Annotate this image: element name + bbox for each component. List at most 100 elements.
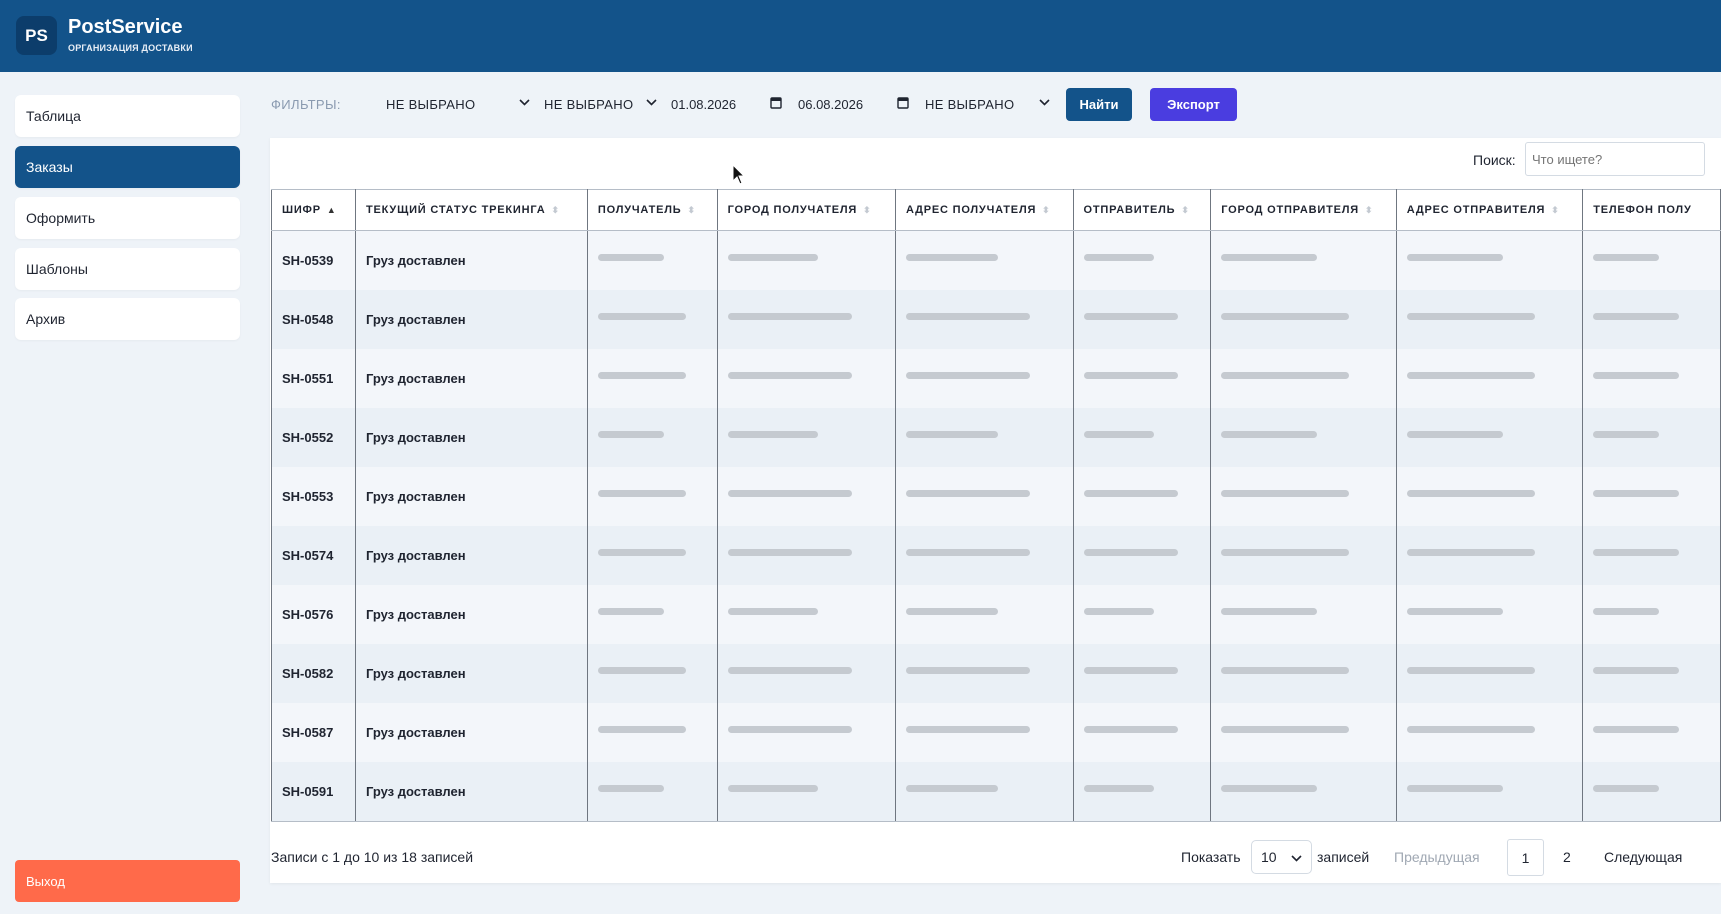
cell-placeholder (1210, 230, 1397, 290)
previous-page-button[interactable]: Предыдущая (1394, 849, 1480, 865)
calendar-icon[interactable] (897, 96, 909, 109)
logout-button[interactable]: Выход (15, 860, 240, 902)
loading-placeholder-bar (727, 313, 852, 320)
cell-placeholder (1396, 467, 1584, 526)
next-page-button[interactable]: Следующая (1604, 849, 1682, 865)
find-button[interactable]: Найти (1066, 88, 1132, 121)
cell-placeholder (1210, 349, 1397, 408)
cell-code: SH-0582 (271, 644, 356, 703)
cell-status: Груз доставлен (355, 408, 588, 467)
filter-select-3[interactable]: НЕ ВЫБРАНО (925, 92, 1055, 116)
loading-placeholder-bar (597, 785, 664, 792)
loading-placeholder-bar (597, 313, 686, 320)
loading-placeholder-bar (727, 667, 852, 674)
cell-placeholder (895, 762, 1074, 822)
cell-code: SH-0591 (271, 762, 356, 822)
loading-placeholder-bar (597, 608, 664, 615)
column-header-recipient[interactable]: ПОЛУЧАТЕЛЬ ⬍ (587, 189, 718, 231)
cell-placeholder (895, 230, 1074, 290)
loading-placeholder-bar (905, 667, 1030, 674)
records-label: записей (1317, 849, 1370, 865)
loading-placeholder-bar (1083, 431, 1154, 438)
date-from-value: 01.08.2026 (671, 96, 737, 112)
table-row[interactable]: SH-0587 Груз доставлен (271, 703, 1721, 762)
sidebar-item-orders[interactable]: Заказы (15, 146, 240, 188)
loading-placeholder-bar (1593, 431, 1660, 438)
loading-placeholder-bar (1593, 667, 1680, 674)
sort-icon: ⬍ (687, 205, 696, 215)
table-row[interactable]: SH-0551 Груз доставлен (271, 349, 1721, 408)
loading-placeholder-bar (1406, 667, 1535, 674)
calendar-icon[interactable] (770, 96, 782, 109)
cell-placeholder (1396, 644, 1584, 703)
orders-table-wrapper[interactable]: ШИФР ▲ ТЕКУЩИЙ СТАТУС ТРЕКИНГА ⬍ ПОЛУЧАТЕЛ… (271, 189, 1721, 827)
cell-placeholder (1073, 408, 1212, 467)
page-button-1[interactable]: 1 (1507, 839, 1544, 876)
loading-placeholder-bar (1593, 726, 1680, 733)
table-row[interactable]: SH-0591 Груз доставлен (271, 762, 1721, 822)
column-header-status[interactable]: ТЕКУЩИЙ СТАТУС ТРЕКИНГА ⬍ (355, 189, 588, 231)
cell-placeholder (895, 526, 1074, 585)
loading-placeholder-bar (1593, 490, 1680, 497)
loading-placeholder-bar (1221, 549, 1350, 556)
column-header-label: ГОРОД ОТПРАВИТЕЛЯ (1221, 204, 1359, 216)
sidebar-item-archive[interactable]: Архив (15, 298, 240, 340)
cell-placeholder (717, 290, 896, 349)
export-button[interactable]: Экспорт (1150, 88, 1237, 121)
cell-placeholder (1582, 230, 1721, 290)
cell-placeholder (1073, 585, 1212, 644)
date-to-input[interactable]: 06.08.2026 (798, 92, 910, 116)
loading-placeholder-bar (1593, 254, 1660, 261)
filter-select-value: НЕ ВЫБРАНО (925, 96, 1015, 112)
cell-placeholder (895, 349, 1074, 408)
sidebar-item-templates[interactable]: Шаблоны (15, 248, 240, 290)
loading-placeholder-bar (1406, 431, 1503, 438)
table-row[interactable]: SH-0548 Груз доставлен (271, 290, 1721, 349)
filter-select-2[interactable]: НЕ ВЫБРАНО (544, 92, 664, 116)
loading-placeholder-bar (1406, 372, 1535, 379)
cell-placeholder (1073, 703, 1212, 762)
date-from-input[interactable]: 01.08.2026 (671, 92, 783, 116)
sidebar-item-create[interactable]: Оформить (15, 197, 240, 239)
column-header-sender-address[interactable]: АДРЕС ОТПРАВИТЕЛЯ ⬍ (1396, 189, 1584, 231)
cell-status: Груз доставлен (355, 467, 588, 526)
loading-placeholder-bar (1406, 490, 1535, 497)
table-row[interactable]: SH-0553 Груз доставлен (271, 467, 1721, 526)
cell-status: Груз доставлен (355, 703, 588, 762)
filter-select-1[interactable]: НЕ ВЫБРАНО (386, 92, 536, 116)
chevron-down-icon (519, 99, 530, 106)
show-label: Показать (1181, 849, 1241, 865)
sidebar-item-label: Заказы (26, 159, 73, 175)
records-info: Записи с 1 до 10 из 18 записей (271, 849, 474, 865)
column-header-label: ОТПРАВИТЕЛЬ (1083, 204, 1176, 216)
cell-status: Груз доставлен (355, 585, 588, 644)
sort-icon: ⬍ (863, 205, 872, 215)
page-button-2[interactable]: 2 (1563, 849, 1571, 865)
table-row[interactable]: SH-0582 Груз доставлен (271, 644, 1721, 703)
column-header-recipient-city[interactable]: ГОРОД ПОЛУЧАТЕЛЯ ⬍ (717, 189, 896, 231)
column-header-sender-city[interactable]: ГОРОД ОТПРАВИТЕЛЯ ⬍ (1210, 189, 1397, 231)
cell-placeholder (587, 408, 718, 467)
cell-placeholder (587, 349, 718, 408)
cell-status: Груз доставлен (355, 349, 588, 408)
sidebar-item-table[interactable]: Таблица (15, 95, 240, 137)
sidebar-item-label: Таблица (26, 108, 81, 124)
column-header-recipient-phone[interactable]: ТЕЛЕФОН ПОЛУ (1582, 189, 1721, 231)
column-header-sender[interactable]: ОТПРАВИТЕЛЬ ⬍ (1073, 189, 1212, 231)
page-length-select[interactable]: 10 (1251, 840, 1312, 874)
table-row[interactable]: SH-0539 Груз доставлен (271, 230, 1721, 290)
table-row[interactable]: SH-0552 Груз доставлен (271, 408, 1721, 467)
cell-code: SH-0553 (271, 467, 356, 526)
table-row[interactable]: SH-0574 Груз доставлен (271, 526, 1721, 585)
column-header-label: ТЕЛЕФОН ПОЛУ (1593, 204, 1692, 216)
cell-placeholder (587, 526, 718, 585)
loading-placeholder-bar (905, 608, 998, 615)
search-input[interactable] (1525, 142, 1705, 176)
cell-status: Груз доставлен (355, 230, 588, 290)
loading-placeholder-bar (1083, 372, 1178, 379)
table-row[interactable]: SH-0576 Груз доставлен (271, 585, 1721, 644)
loading-placeholder-bar (905, 254, 998, 261)
column-header-code[interactable]: ШИФР ▲ (271, 189, 356, 231)
cell-placeholder (1073, 230, 1212, 290)
column-header-recipient-address[interactable]: АДРЕС ПОЛУЧАТЕЛЯ ⬍ (895, 189, 1074, 231)
